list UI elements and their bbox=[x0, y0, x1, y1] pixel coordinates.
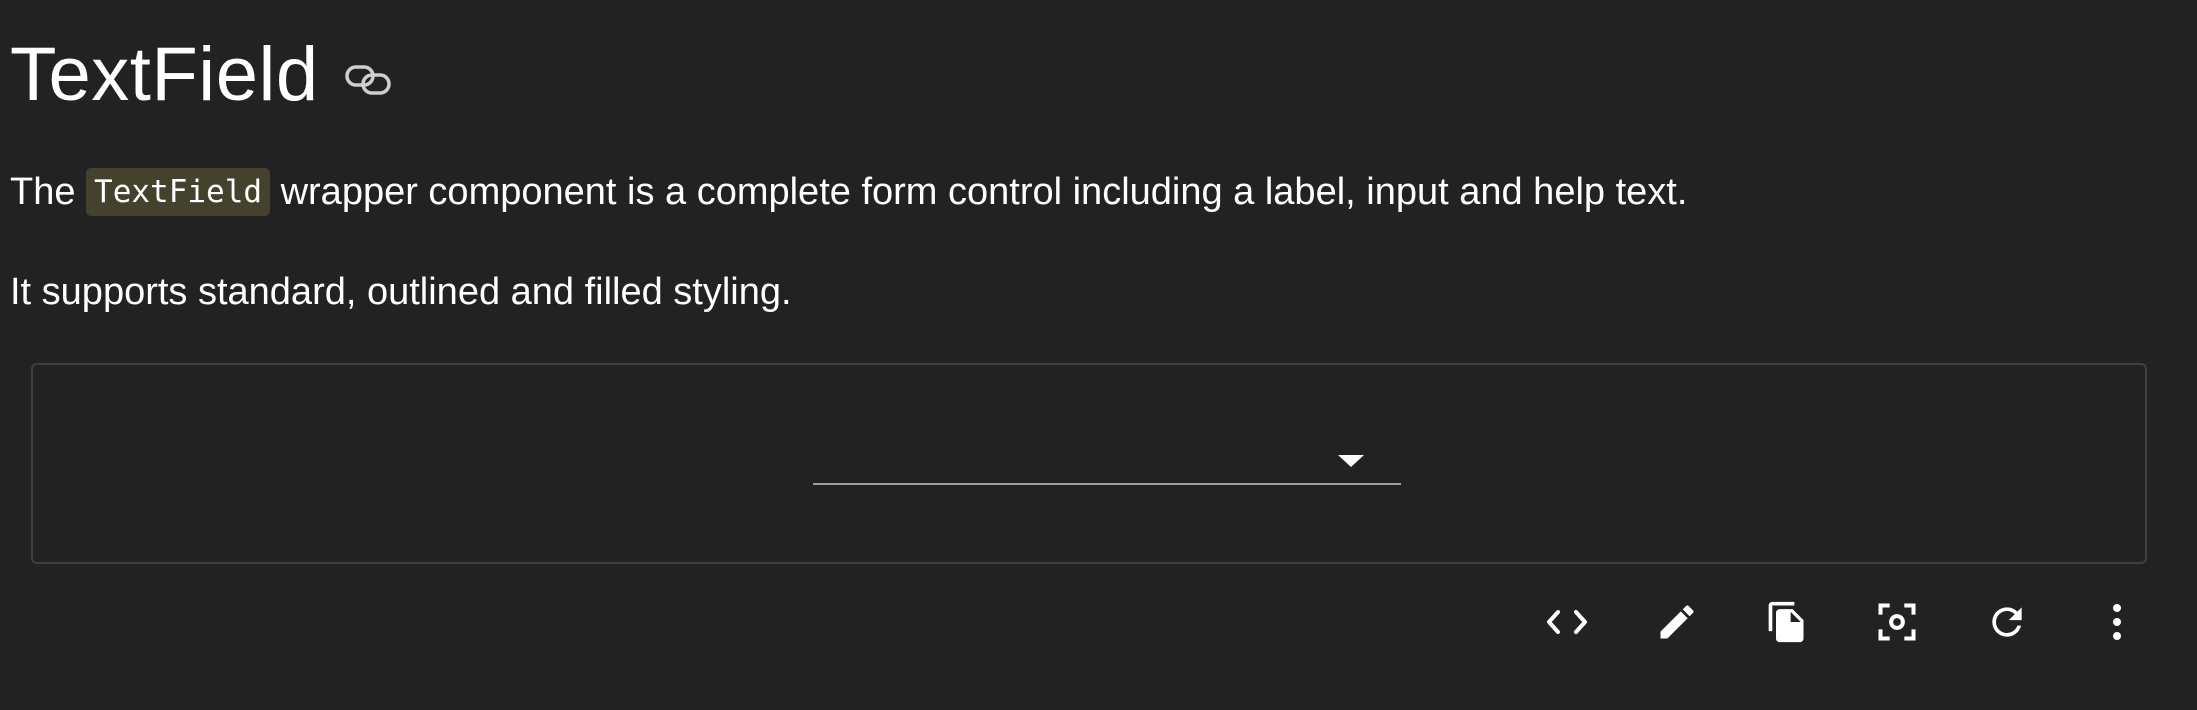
description-line-2: It supports standard, outlined and fille… bbox=[10, 271, 792, 313]
reset-icon bbox=[1992, 607, 2022, 637]
description-suffix: wrapper component is a complete form con… bbox=[270, 171, 1688, 213]
code-button[interactable] bbox=[1512, 597, 1622, 647]
copy-button[interactable] bbox=[1732, 597, 1842, 647]
demo-container bbox=[31, 363, 2147, 564]
inline-code: TextField bbox=[86, 168, 271, 216]
screenshot-button[interactable] bbox=[1842, 597, 1952, 647]
more-vert-icon bbox=[2113, 604, 2121, 640]
arrow-drop-down-icon[interactable] bbox=[1338, 455, 1364, 467]
edit-icon bbox=[1660, 605, 1694, 639]
description-line-1: The TextField wrapper component is a com… bbox=[10, 167, 1687, 217]
reset-button[interactable] bbox=[1952, 597, 2062, 647]
title-row: TextField bbox=[10, 30, 395, 120]
select-underline-end bbox=[1269, 483, 1401, 485]
more-button[interactable] bbox=[2062, 597, 2172, 647]
select-underline bbox=[813, 483, 1269, 485]
copy-icon bbox=[1768, 601, 1804, 643]
edit-button[interactable] bbox=[1622, 597, 1732, 647]
code-icon bbox=[1547, 610, 1587, 634]
demo-toolbar bbox=[1512, 597, 2172, 647]
select-field[interactable] bbox=[813, 445, 1401, 485]
docs-page: TextField The TextField wrapper componen… bbox=[0, 0, 2197, 710]
link-icon[interactable] bbox=[343, 58, 395, 100]
page-title: TextField bbox=[10, 32, 319, 117]
screenshot-icon bbox=[1878, 603, 1916, 641]
description-prefix: The bbox=[10, 171, 87, 213]
